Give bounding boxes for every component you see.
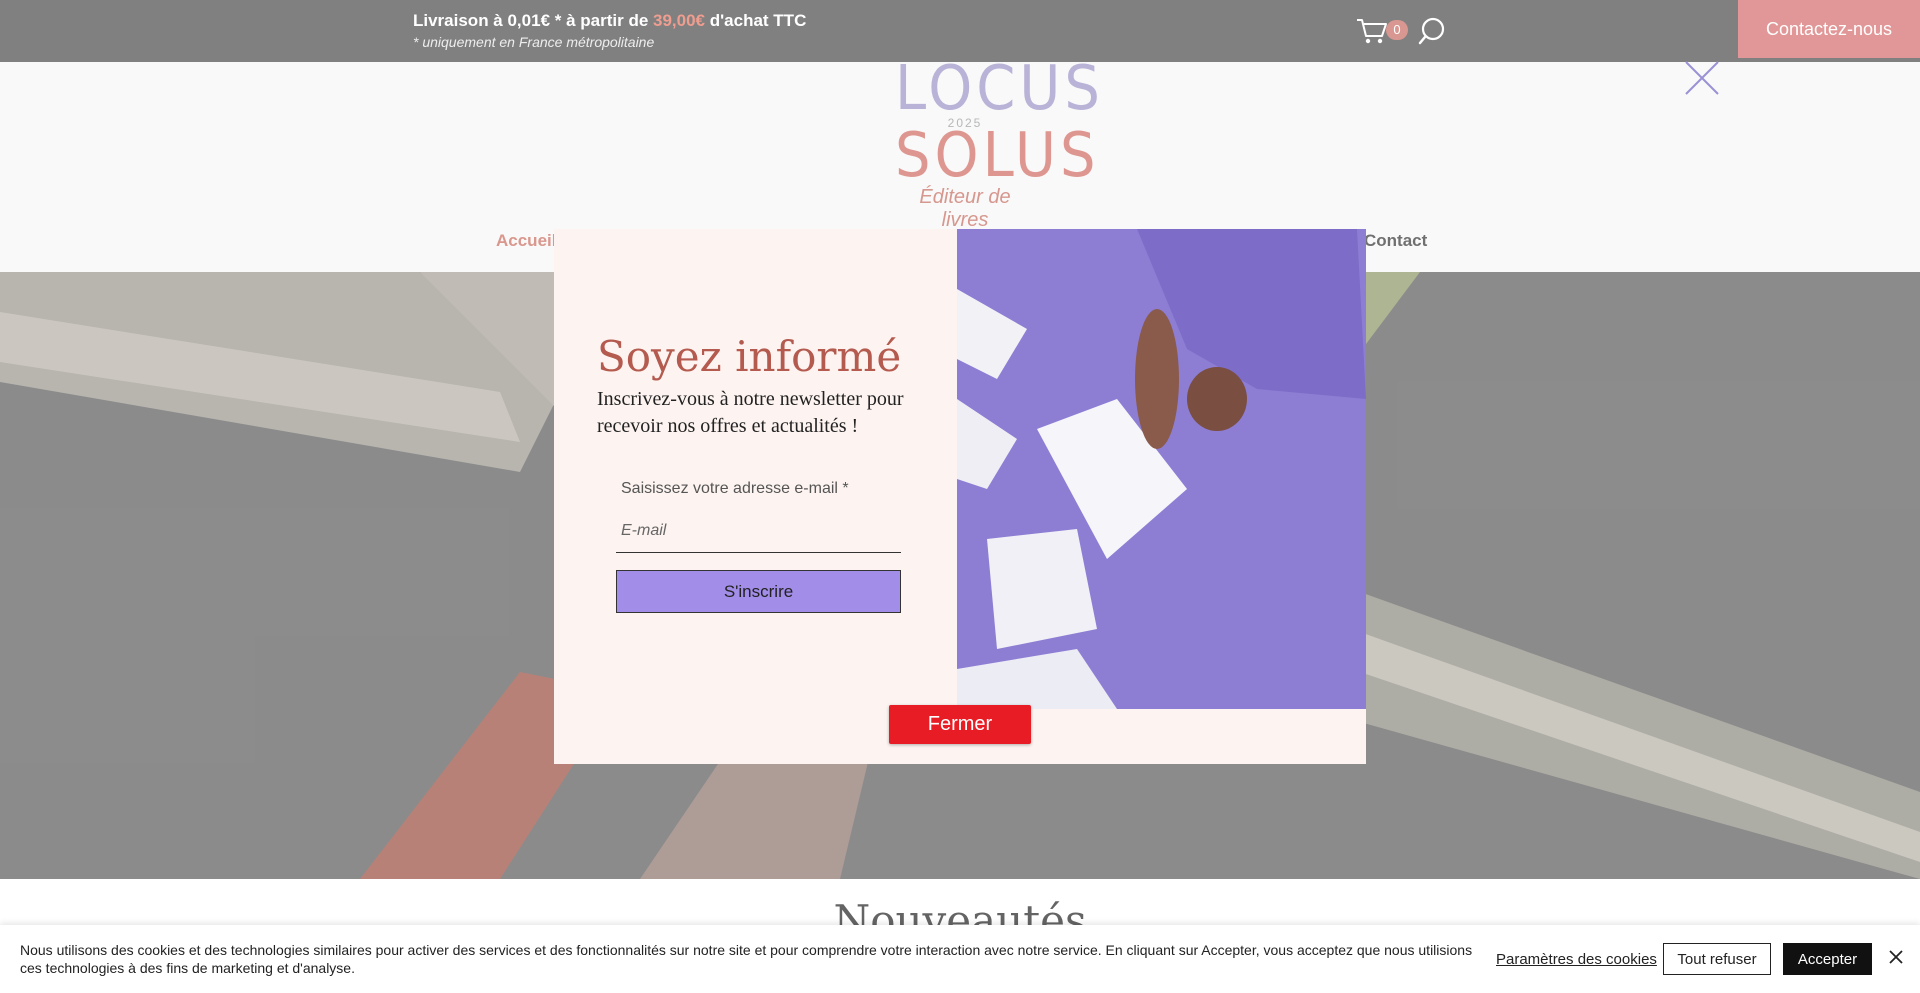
modal-subtitle: Inscrivez-vous à notre newsletter pour r… (597, 388, 904, 437)
close-icon[interactable] (1886, 947, 1906, 967)
subscribe-button[interactable]: S'inscrire (616, 570, 901, 613)
cookie-text: Nous utilisons des cookies et des techno… (20, 942, 1473, 976)
accept-button[interactable]: Accepter (1783, 943, 1872, 975)
cookie-settings-link[interactable]: Paramètres des cookies (1496, 951, 1657, 968)
newsletter-image (957, 229, 1366, 709)
close-modal-button[interactable]: Fermer (889, 705, 1031, 744)
newsletter-modal: Soyez informé Inscrivez-vous à notre new… (554, 229, 1366, 764)
email-input[interactable] (616, 509, 901, 553)
email-label: Saisissez votre adresse e-mail * (621, 480, 849, 497)
modal-title: Soyez informé (597, 332, 902, 381)
cookie-banner: Nous utilisons des cookies et des techno… (0, 925, 1920, 993)
close-icon[interactable] (1684, 60, 1720, 96)
refuse-all-button[interactable]: Tout refuser (1663, 943, 1771, 975)
